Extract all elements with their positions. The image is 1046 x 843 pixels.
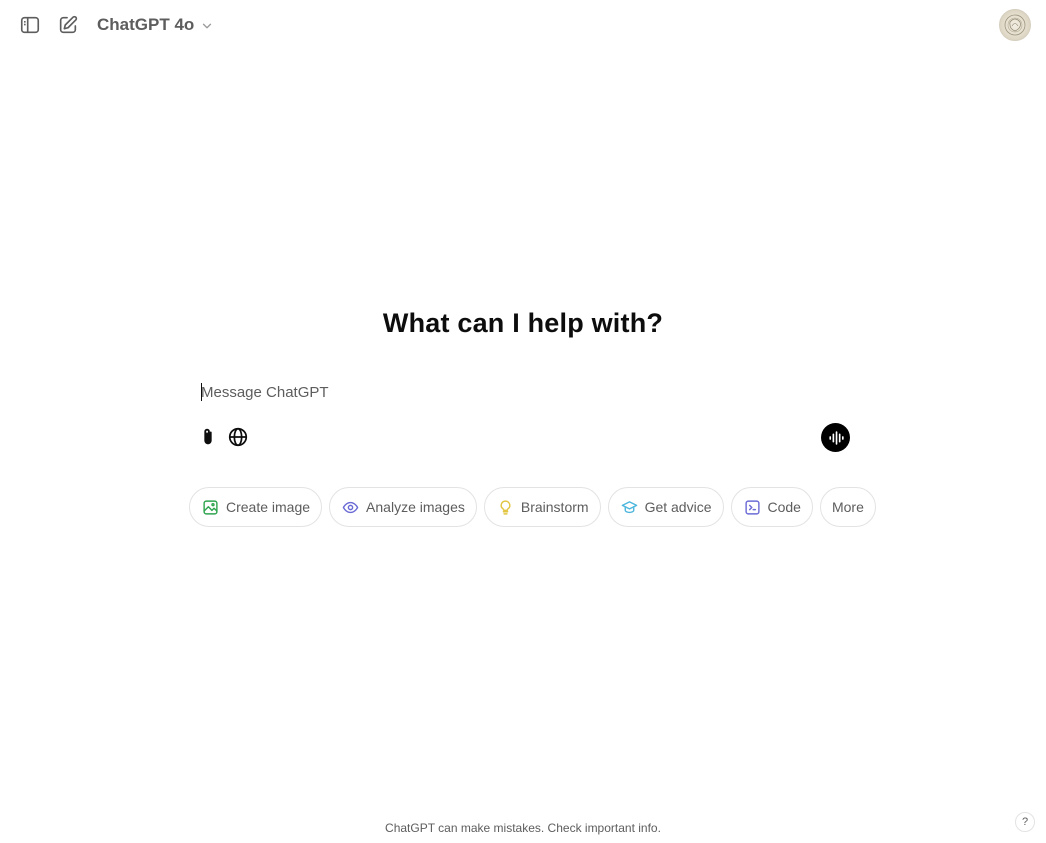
suggestion-label: Code xyxy=(767,499,801,515)
model-name: ChatGPT 4o xyxy=(97,15,195,34)
graduation-cap-icon xyxy=(621,500,637,513)
suggestion-code[interactable]: Code xyxy=(730,487,813,527)
suggestion-create-image[interactable]: Create image xyxy=(189,487,323,527)
suggestion-analyze-images[interactable]: Analyze images xyxy=(329,487,477,527)
new-chat-button[interactable] xyxy=(52,9,84,41)
message-input[interactable] xyxy=(201,380,801,404)
suggestion-chips: Create image Analyze images Brainstorm G… xyxy=(189,487,876,527)
message-composer xyxy=(189,372,857,462)
sidebar-toggle-icon xyxy=(20,16,40,34)
search-web-button[interactable] xyxy=(226,425,250,449)
suggestion-more[interactable]: More xyxy=(819,487,876,527)
model-switcher[interactable]: ChatGPT 4o xyxy=(97,12,214,38)
suggestion-label: Brainstorm xyxy=(520,499,589,515)
suggestion-label: More xyxy=(831,499,864,515)
voice-waveform-icon xyxy=(828,430,844,445)
suggestion-label: Create image xyxy=(226,499,311,515)
image-icon xyxy=(203,499,218,515)
attach-button[interactable] xyxy=(196,425,220,449)
voice-mode-button[interactable] xyxy=(821,423,850,452)
chevron-down-icon xyxy=(203,23,212,29)
top-bar: ChatGPT 4o xyxy=(0,0,1046,50)
paperclip-icon xyxy=(204,428,212,445)
page-title: What can I help with? xyxy=(382,308,664,338)
pencil-square-icon xyxy=(59,15,78,34)
help-button[interactable]: ? xyxy=(1015,812,1035,832)
chatgpt-home-page: ChatGPT 4o What can I help with? Message… xyxy=(0,0,1046,843)
disclaimer-text: ChatGPT can make mistakes. Check importa… xyxy=(385,821,661,835)
avatar-image xyxy=(1004,14,1026,36)
suggestion-get-advice[interactable]: Get advice xyxy=(607,487,724,527)
lightbulb-icon xyxy=(500,499,511,515)
terminal-icon xyxy=(744,499,760,515)
suggestion-label: Analyze images xyxy=(366,499,465,515)
help-label: ? xyxy=(1021,816,1029,828)
globe-icon xyxy=(228,427,248,447)
text-caret xyxy=(201,383,202,401)
eye-icon xyxy=(342,501,359,513)
sidebar-toggle-button[interactable] xyxy=(14,9,46,41)
suggestion-label: Get advice xyxy=(644,499,712,515)
user-avatar-button[interactable] xyxy=(999,9,1031,41)
suggestion-brainstorm[interactable]: Brainstorm xyxy=(483,487,601,527)
